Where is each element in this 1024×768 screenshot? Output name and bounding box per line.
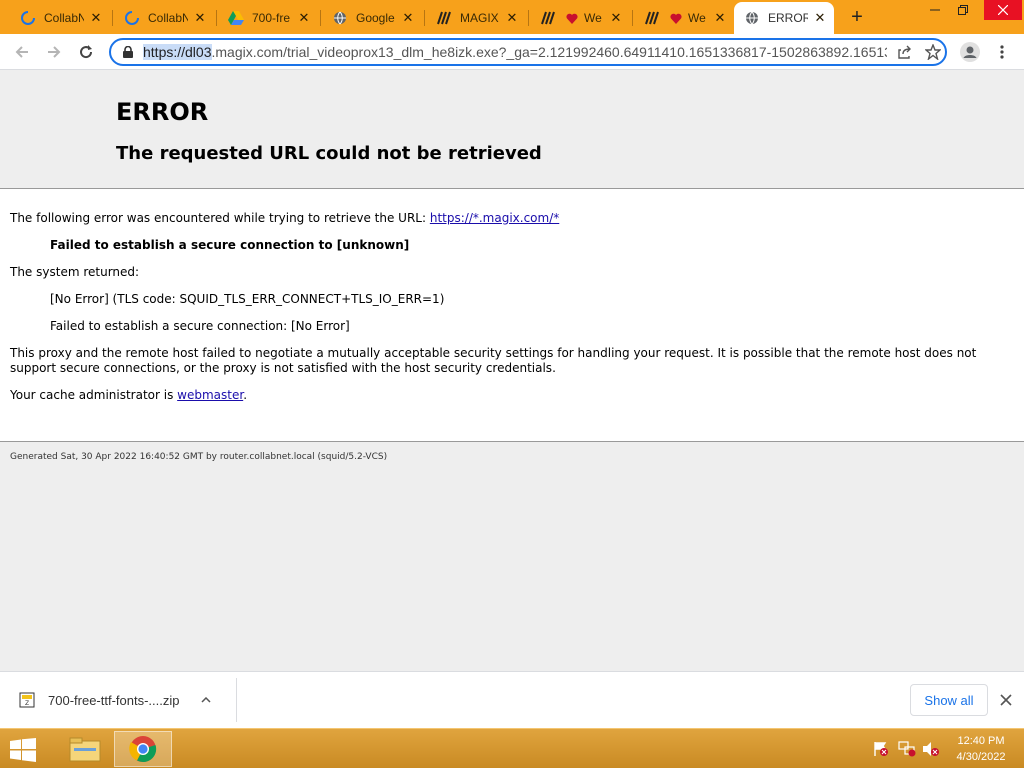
intro-paragraph: The following error was encountered whil… (10, 211, 1014, 226)
tab-separator (320, 10, 321, 26)
tab-close-icon[interactable]: ✕ (608, 10, 624, 26)
clock-date: 4/30/2022 (956, 751, 1006, 763)
action-center-flag-icon[interactable] (872, 741, 890, 757)
magix-icon (436, 10, 452, 26)
download-separator (236, 678, 237, 722)
tab-title: MAGIX (460, 11, 499, 25)
network-icon[interactable] (898, 741, 916, 757)
tab-separator (632, 10, 633, 26)
admin-suffix: . (243, 388, 248, 402)
close-icon[interactable] (996, 690, 1016, 710)
forward-arrow-icon[interactable] (42, 40, 66, 64)
tab-close-icon[interactable]: ✕ (88, 10, 104, 26)
webmaster-link[interactable]: webmaster (177, 388, 243, 402)
windows-taskbar: 12:40 PM 4/30/2022 (0, 728, 1024, 768)
secure-connection-message: Failed to establish a secure connection:… (50, 319, 350, 333)
tab-close-icon[interactable]: ✕ (400, 10, 416, 26)
tab-error-active[interactable]: ERROR ✕ (734, 2, 834, 34)
windows-start-icon[interactable] (6, 735, 40, 765)
volume-muted-icon[interactable] (922, 741, 940, 757)
generated-footer: Generated Sat, 30 Apr 2022 16:40:52 GMT … (10, 452, 388, 462)
tab-collabnet-2[interactable]: CollabN ✕ (114, 4, 214, 32)
system-returned-label: The system returned: (10, 265, 140, 279)
tab-google[interactable]: Google ✕ (322, 4, 422, 32)
tab-title: ERROR (768, 11, 808, 25)
loading-spinner-icon (124, 10, 140, 26)
profile-avatar-icon[interactable] (958, 40, 982, 64)
magix-icon (644, 10, 660, 26)
clock-time: 12:40 PM (957, 735, 1005, 747)
download-item[interactable]: Z 700-free-ttf-fonts-....zip (18, 682, 234, 718)
zip-file-icon: Z (18, 691, 36, 709)
show-all-button[interactable]: Show all (910, 684, 988, 716)
page-content: ERROR The requested URL could not be ret… (0, 70, 1024, 671)
tab-close-icon[interactable]: ✕ (712, 10, 728, 26)
tab-google-drive[interactable]: 700-fre ✕ (218, 4, 318, 32)
tab-separator (424, 10, 425, 26)
share-icon[interactable] (895, 42, 915, 62)
loading-spinner-icon (20, 10, 36, 26)
globe-icon (332, 10, 348, 26)
heart-icon (564, 10, 580, 26)
tab-we-1[interactable]: We ✕ (530, 4, 630, 32)
tab-close-icon[interactable]: ✕ (504, 10, 520, 26)
tab-title: 700-fre (252, 11, 291, 25)
minimize-icon[interactable] (920, 0, 950, 20)
download-bar: Z 700-free-ttf-fonts-....zip Show all (0, 671, 1024, 728)
bookmark-star-icon[interactable] (923, 42, 943, 62)
url-selected-text: https://dl03 (143, 44, 212, 60)
lock-icon[interactable] (121, 45, 135, 59)
explanation-paragraph: This proxy and the remote host failed to… (10, 346, 977, 375)
tab-collabnet-1[interactable]: CollabN ✕ (10, 4, 110, 32)
tab-title: We (688, 11, 706, 25)
admin-paragraph: Your cache administrator is webmaster. (10, 388, 1014, 403)
tab-close-icon[interactable]: ✕ (192, 10, 208, 26)
tab-strip: CollabN ✕ CollabN ✕ 700-fre ✕ Google ✕ M… (0, 0, 1024, 34)
tls-code-text: [No Error] (TLS code: SQUID_TLS_ERR_CONN… (50, 292, 445, 306)
chevron-up-icon[interactable] (198, 692, 214, 708)
globe-icon (744, 10, 760, 26)
magix-icon (540, 10, 556, 26)
tab-title: CollabN (148, 11, 188, 25)
tab-separator (112, 10, 113, 26)
url-text[interactable]: https://dl03.magix.com/trial_videoprox13… (143, 44, 887, 60)
taskbar-clock[interactable]: 12:40 PM 4/30/2022 (948, 733, 1014, 765)
tab-we-2[interactable]: We ✕ (634, 4, 734, 32)
tab-magix[interactable]: MAGIX ✕ (426, 4, 526, 32)
tab-title: CollabN (44, 11, 84, 25)
tab-separator (216, 10, 217, 26)
error-body: The following error was encountered whil… (0, 189, 1024, 442)
tab-title: Google (356, 11, 395, 25)
download-file-name: 700-free-ttf-fonts-....zip (48, 692, 180, 708)
requested-url-link[interactable]: https://*.magix.com/* (430, 211, 559, 225)
address-bar[interactable]: https://dl03.magix.com/trial_videoprox13… (109, 38, 947, 66)
svg-text:Z: Z (25, 700, 29, 707)
browser-toolbar: https://dl03.magix.com/trial_videoprox13… (0, 34, 1024, 70)
error-summary: Failed to establish a secure connection … (50, 238, 410, 252)
url-remaining-text: .magix.com/trial_videoprox13_dlm_he8izk.… (211, 44, 888, 60)
intro-text: The following error was encountered whil… (10, 211, 430, 225)
reload-icon[interactable] (74, 40, 98, 64)
google-drive-icon (228, 10, 244, 26)
close-window-icon[interactable] (984, 0, 1022, 20)
chrome-taskbar-icon[interactable] (114, 731, 172, 767)
tab-separator (528, 10, 529, 26)
error-header: ERROR The requested URL could not be ret… (0, 70, 1024, 189)
page-subtitle: The requested URL could not be retrieved (116, 143, 542, 164)
tab-close-icon[interactable]: ✕ (296, 10, 312, 26)
admin-text: Your cache administrator is (10, 388, 178, 402)
back-arrow-icon[interactable] (10, 40, 34, 64)
page-title: ERROR (116, 98, 209, 126)
menu-kebab-icon[interactable] (990, 40, 1014, 64)
tab-close-icon[interactable]: ✕ (812, 10, 828, 26)
restore-icon[interactable] (948, 0, 978, 20)
heart-icon (668, 10, 684, 26)
new-tab-button[interactable]: + (846, 7, 868, 29)
tab-title: We (584, 11, 602, 25)
file-explorer-icon[interactable] (56, 731, 114, 767)
